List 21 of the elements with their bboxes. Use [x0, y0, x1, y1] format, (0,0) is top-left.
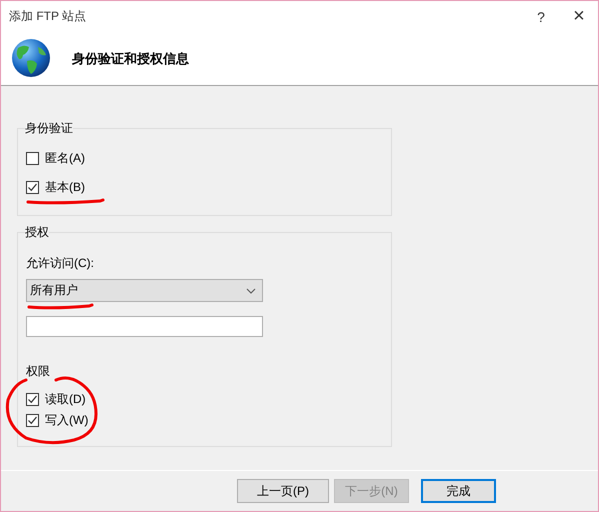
input-field[interactable]: [26, 316, 263, 337]
window-title: 添加 FTP 站点: [9, 8, 88, 25]
group-title: 身份验证: [25, 120, 73, 137]
field-label: 允许访问(C):: [26, 255, 95, 272]
checkbox[interactable]: [26, 414, 39, 426]
close-button[interactable]: ×: [560, 5, 598, 28]
checkbox-label[interactable]: 写入(W): [45, 412, 88, 428]
checkbox[interactable]: [26, 152, 39, 164]
page-heading: 身份验证和授权信息: [72, 50, 189, 68]
group-title: 授权: [25, 224, 49, 241]
dialog-button[interactable]: 完成: [421, 479, 496, 503]
section-label: 权限: [26, 363, 51, 380]
checkbox[interactable]: [26, 392, 39, 406]
globe-icon: [10, 38, 52, 80]
checkbox-label[interactable]: 匿名(A): [45, 150, 85, 166]
chevron-down-icon: [246, 288, 256, 294]
checkbox[interactable]: [26, 180, 39, 194]
dialog-button[interactable]: 上一页(P): [237, 479, 329, 503]
checkbox-label[interactable]: 基本(B): [45, 178, 85, 196]
help-button[interactable]: ?: [522, 8, 560, 24]
checkbox-label[interactable]: 读取(D): [45, 390, 86, 408]
